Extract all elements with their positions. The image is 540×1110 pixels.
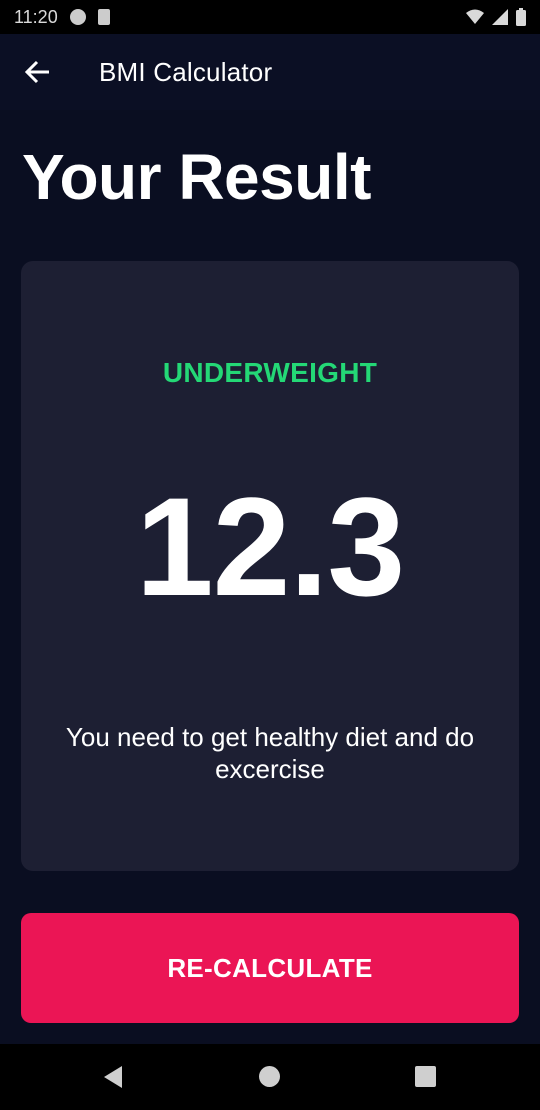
sd-card-icon xyxy=(97,9,110,25)
result-card: UNDERWEIGHT 12.3 You need to get healthy… xyxy=(21,261,519,871)
wifi-icon xyxy=(466,9,484,24)
arrow-left-icon xyxy=(25,60,49,84)
status-left: 11:20 xyxy=(14,7,110,28)
navigation-bar xyxy=(0,1044,540,1110)
status-bar: 11:20 xyxy=(0,0,540,34)
notification-icon xyxy=(69,9,86,25)
screen: 11:20 BMI Calculator Your Result UNDERWE… xyxy=(0,0,540,1110)
page-title: Your Result xyxy=(22,141,371,213)
status-right xyxy=(466,8,526,26)
app-title: BMI Calculator xyxy=(99,56,273,87)
bmi-advice: You need to get healthy diet and do exce… xyxy=(65,722,475,784)
signal-icon xyxy=(492,9,508,25)
bmi-value: 12.3 xyxy=(135,468,405,625)
recalculate-button[interactable]: RE-CALCULATE xyxy=(21,913,519,1023)
triangle-back-icon[interactable] xyxy=(104,1066,122,1088)
square-recents-icon[interactable] xyxy=(415,1066,436,1087)
bmi-status-label: UNDERWEIGHT xyxy=(162,357,378,388)
circle-home-icon[interactable] xyxy=(259,1066,280,1087)
app-bar: BMI Calculator xyxy=(0,34,540,110)
battery-icon xyxy=(516,8,526,26)
status-time: 11:20 xyxy=(14,6,58,27)
back-button[interactable] xyxy=(18,52,58,92)
